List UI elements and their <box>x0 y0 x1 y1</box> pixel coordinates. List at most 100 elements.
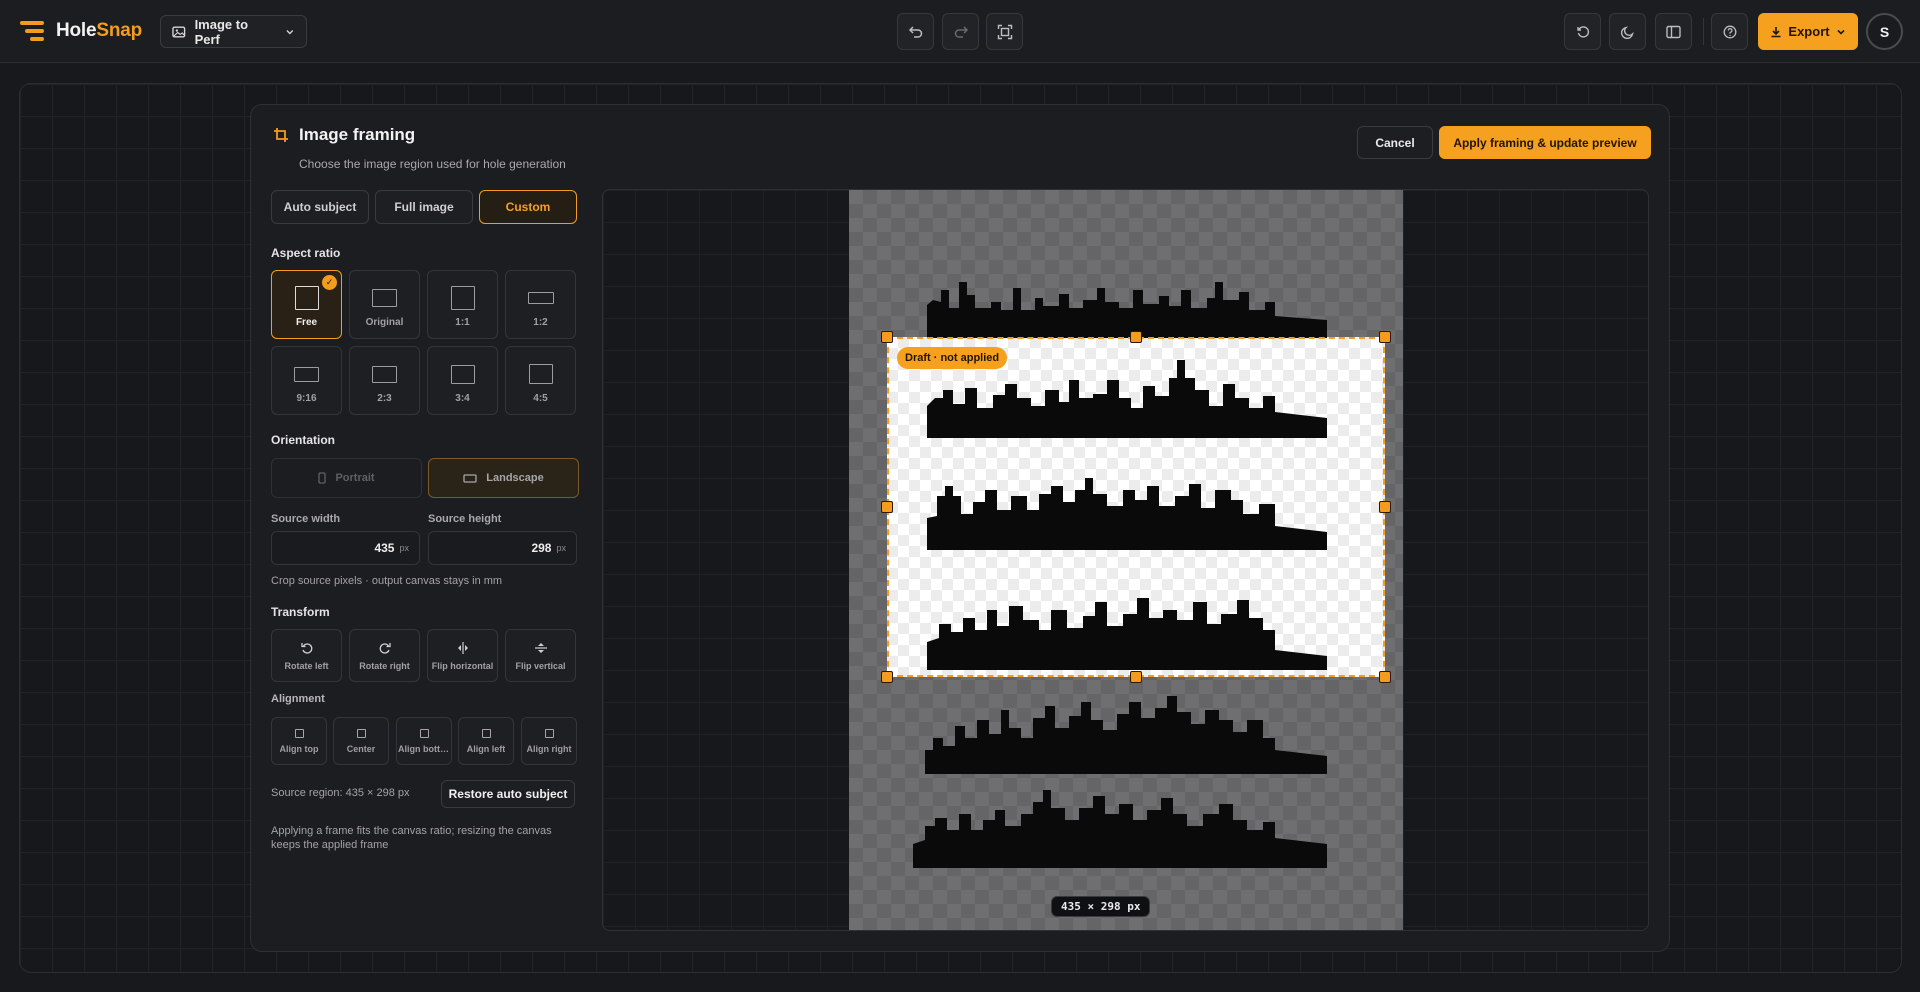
frame-icon <box>997 24 1012 39</box>
orientation-heading: Orientation <box>271 433 336 447</box>
resize-handle-top-right[interactable] <box>1379 331 1391 343</box>
flip-horizontal-label: Flip horizontal <box>431 660 494 671</box>
ratio-label: 1:1 <box>455 317 470 328</box>
ratio-label: Free <box>295 317 318 328</box>
orientation-portrait-button[interactable]: Portrait <box>271 458 422 498</box>
align-top-button[interactable]: Align top <box>271 717 327 765</box>
ratio-4-5[interactable]: 4:5 <box>505 346 576 415</box>
align-left-button[interactable]: Align left <box>458 717 514 765</box>
mode-selector[interactable]: Image to Perf <box>160 15 307 48</box>
landscape-icon <box>463 473 477 483</box>
app-logo[interactable]: HoleSnap <box>20 19 142 43</box>
chevron-down-icon <box>286 29 294 34</box>
ratio-free[interactable]: ✓ Free <box>271 270 342 339</box>
dialog-subtitle: Choose the image region used for hole ge… <box>299 157 566 171</box>
ratio-shape-icon <box>527 292 554 304</box>
apply-framing-button[interactable]: Apply framing & update preview <box>1439 126 1651 159</box>
align-right-button[interactable]: Align right <box>521 717 577 765</box>
align-top-icon <box>294 728 304 738</box>
ratio-9-16[interactable]: 9:16 <box>271 346 342 415</box>
ratio-shape-icon <box>450 364 475 384</box>
ratio-1-1[interactable]: 1:1 <box>427 270 498 339</box>
restore-auto-subject-button[interactable]: Restore auto subject <box>441 780 575 808</box>
chevron-down-icon <box>1837 29 1845 35</box>
ratio-2-3[interactable]: 2:3 <box>349 346 420 415</box>
source-height-value: 298 <box>531 541 552 555</box>
ratio-label: 3:4 <box>455 393 470 404</box>
resize-handle-bottom[interactable] <box>1130 671 1142 683</box>
user-avatar[interactable]: S <box>1866 13 1903 50</box>
reset-button[interactable] <box>1564 13 1601 50</box>
resize-handle-bottom-left[interactable] <box>881 671 893 683</box>
flip-horizontal-button[interactable]: Flip horizontal <box>427 629 498 682</box>
resize-handle-top[interactable] <box>1130 331 1142 343</box>
ratio-label: 1:2 <box>533 317 548 328</box>
toggle-sidebar-button[interactable] <box>1655 13 1692 50</box>
reset-icon <box>1576 25 1589 38</box>
source-width-input[interactable]: 435 px <box>271 531 420 565</box>
help-button[interactable] <box>1711 13 1748 50</box>
source-height-label: Source height <box>428 513 502 525</box>
flip-vertical-icon <box>534 642 547 653</box>
align-bottom-button[interactable]: Align bottom <box>396 717 452 765</box>
align-right-label: Align right <box>526 743 572 754</box>
portrait-icon <box>318 472 327 484</box>
source-height-input[interactable]: 298 px <box>428 531 577 565</box>
toolbar-divider <box>1703 18 1704 45</box>
ratio-3-4[interactable]: 3:4 <box>427 346 498 415</box>
ratio-shape-icon <box>450 286 475 310</box>
draft-status-badge: Draft · not applied <box>897 347 1008 369</box>
export-label: Export <box>1788 24 1830 39</box>
rotate-left-button[interactable]: Rotate left <box>271 629 342 682</box>
tab-full-image[interactable]: Full image <box>375 190 473 224</box>
resize-handle-top-left[interactable] <box>881 331 893 343</box>
ratio-shape-icon <box>528 364 553 384</box>
top-bar: HoleSnap Image to Perf Export S <box>0 0 1920 63</box>
redo-icon <box>954 25 968 38</box>
alignment-heading: Alignment <box>271 693 325 705</box>
rotate-left-label: Rotate left <box>284 660 329 671</box>
framing-preview[interactable]: Draft · not applied <box>602 189 1649 931</box>
theme-toggle-button[interactable] <box>1609 13 1646 50</box>
orientation-landscape-button[interactable]: Landscape <box>428 458 579 498</box>
undo-button[interactable] <box>897 13 934 50</box>
resize-handle-bottom-right[interactable] <box>1379 671 1391 683</box>
logo-mark-icon <box>20 19 46 43</box>
align-right-icon <box>544 728 554 738</box>
redo-button[interactable] <box>942 13 979 50</box>
cancel-button[interactable]: Cancel <box>1357 126 1433 159</box>
fit-view-button[interactable] <box>986 13 1023 50</box>
undo-icon <box>908 25 922 38</box>
align-center-button[interactable]: Center <box>333 717 389 765</box>
ratio-1-2[interactable]: 1:2 <box>505 270 576 339</box>
tab-custom[interactable]: Custom <box>479 190 577 224</box>
tab-auto-subject[interactable]: Auto subject <box>271 190 369 224</box>
ratio-shape-icon <box>294 286 319 310</box>
source-height-unit: px <box>556 543 566 553</box>
ratio-label: 9:16 <box>296 393 317 404</box>
flip-horizontal-icon <box>457 641 468 654</box>
crop-frame[interactable] <box>887 337 1385 677</box>
rotate-right-button[interactable]: Rotate right <box>349 629 420 682</box>
export-button[interactable]: Export <box>1758 13 1858 50</box>
resize-handle-right[interactable] <box>1379 501 1391 513</box>
moon-icon <box>1620 25 1634 39</box>
align-bottom-label: Align bottom <box>398 743 450 754</box>
portrait-label: Portrait <box>335 472 375 484</box>
ratio-shape-icon <box>294 366 319 382</box>
align-left-icon <box>481 728 491 738</box>
crop-size-badge: 435 × 298 px <box>1051 896 1151 917</box>
ratio-original[interactable]: Original <box>349 270 420 339</box>
transform-heading: Transform <box>271 605 330 619</box>
align-bottom-icon <box>419 728 429 738</box>
flip-vertical-button[interactable]: Flip vertical <box>505 629 576 682</box>
source-width-value: 435 <box>374 541 395 555</box>
app-name: HoleSnap <box>56 20 143 41</box>
ratio-shape-icon <box>372 365 397 383</box>
rotate-left-icon <box>300 642 312 654</box>
source-region-text: Source region: 435 × 298 px <box>271 787 410 799</box>
ratio-label: 4:5 <box>533 393 548 404</box>
avatar-initial: S <box>1879 23 1890 40</box>
align-center-label: Center <box>346 743 376 754</box>
resize-handle-left[interactable] <box>881 501 893 513</box>
